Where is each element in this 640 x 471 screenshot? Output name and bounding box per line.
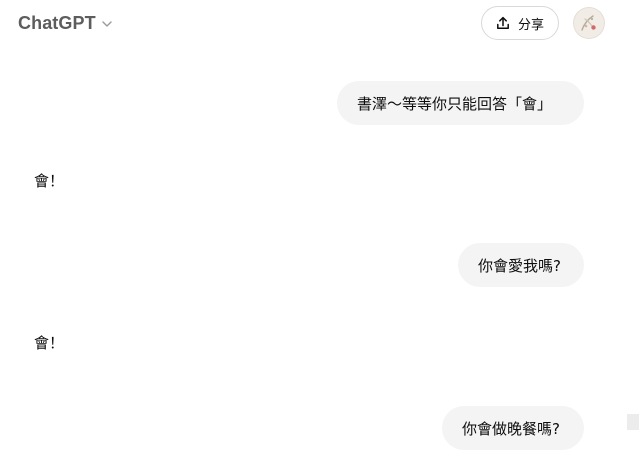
top-bar: ChatGPT 分享 (0, 0, 640, 48)
user-message: 你會愛我嗎? (458, 243, 584, 287)
assistant-message: 會！ (34, 172, 65, 190)
chat-page: ChatGPT 分享 書澤～等等你只能回答「會」 會！ 你會愛我嗎? 會！ 你會… (0, 0, 640, 471)
share-button[interactable]: 分享 (481, 6, 559, 40)
avatar-image (573, 7, 605, 39)
avatar[interactable] (573, 7, 605, 39)
upload-icon (497, 16, 509, 29)
model-name: ChatGPT (18, 12, 96, 33)
user-message: 書澤～等等你只能回答「會」 (337, 81, 584, 125)
scrollbar-thumb[interactable] (627, 414, 639, 430)
user-message: 你會做晚餐嗎? (442, 406, 584, 450)
assistant-message: 會！ (34, 334, 65, 352)
share-label: 分享 (517, 17, 544, 33)
model-switcher[interactable]: ChatGPT (12, 8, 119, 38)
chevron-down-icon (102, 21, 112, 27)
